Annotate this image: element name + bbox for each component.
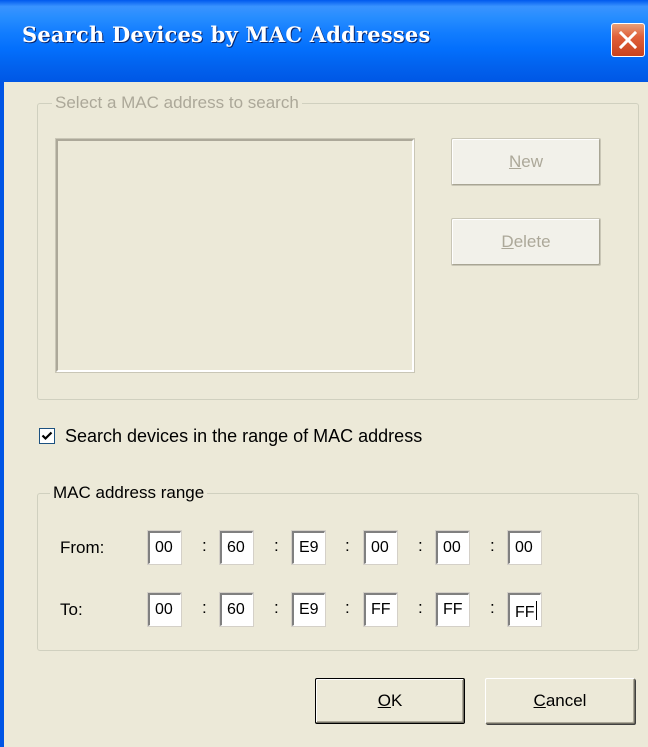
to-separator-2: : — [274, 598, 279, 617]
to-octet-2[interactable]: 60 — [219, 592, 254, 627]
ok-button-mnemonic: O — [377, 691, 391, 710]
ok-button-label: K — [390, 691, 403, 710]
from-octet-6[interactable]: 00 — [507, 530, 542, 565]
to-separator-5: : — [490, 598, 495, 617]
range-checkbox-row[interactable]: Search devices in the range of MAC addre… — [39, 426, 422, 446]
cancel-button-label: ancel — [545, 691, 587, 710]
from-label: From: — [60, 538, 105, 557]
to-octet-3[interactable]: E9 — [291, 592, 326, 627]
new-button-mnemonic: N — [508, 152, 522, 171]
to-octet-6-value: FF — [515, 604, 535, 621]
window-frame — [0, 82, 4, 747]
dialog-window: Search Devices by MAC Addresses Select a… — [0, 0, 648, 747]
title-bar[interactable]: Search Devices by MAC Addresses — [0, 0, 648, 82]
close-button[interactable] — [611, 23, 645, 57]
delete-button-label: elete — [513, 232, 551, 251]
from-octet-3[interactable]: E9 — [291, 530, 326, 565]
window-title: Search Devices by MAC Addresses — [22, 22, 431, 47]
range-checkbox[interactable] — [39, 428, 55, 444]
from-separator-4: : — [418, 536, 423, 555]
delete-button[interactable]: Delete — [451, 218, 601, 266]
cancel-button-mnemonic: C — [533, 691, 546, 710]
to-octet-5[interactable]: FF — [435, 592, 470, 627]
to-octet-4[interactable]: FF — [363, 592, 398, 627]
from-octet-4[interactable]: 00 — [363, 530, 398, 565]
from-octet-2[interactable]: 60 — [219, 530, 254, 565]
select-mac-legend: Select a MAC address to search — [52, 93, 302, 113]
to-separator-4: : — [418, 598, 423, 617]
mac-range-legend: MAC address range — [50, 483, 208, 503]
from-separator-5: : — [490, 536, 495, 555]
checkmark-icon — [41, 431, 53, 441]
mac-address-listbox[interactable] — [55, 138, 415, 373]
text-caret — [535, 601, 537, 620]
mac-range-group: MAC address range — [37, 483, 639, 651]
to-octet-6[interactable]: FF — [507, 592, 542, 627]
new-button-label: ew — [521, 152, 543, 171]
to-label: To: — [60, 600, 83, 619]
cancel-button[interactable]: Cancel — [485, 678, 635, 724]
new-button[interactable]: New — [451, 138, 601, 186]
from-separator-3: : — [345, 536, 350, 555]
from-octet-1[interactable]: 00 — [147, 530, 182, 565]
ok-button[interactable]: OK — [315, 678, 465, 724]
to-separator-3: : — [345, 598, 350, 617]
range-checkbox-label: Search devices in the range of MAC addre… — [65, 425, 423, 446]
close-icon — [619, 31, 637, 49]
to-octet-1[interactable]: 00 — [147, 592, 182, 627]
from-separator-2: : — [274, 536, 279, 555]
from-octet-5[interactable]: 00 — [435, 530, 470, 565]
to-separator-1: : — [202, 598, 207, 617]
delete-button-mnemonic: D — [501, 232, 514, 251]
from-separator-1: : — [202, 536, 207, 555]
